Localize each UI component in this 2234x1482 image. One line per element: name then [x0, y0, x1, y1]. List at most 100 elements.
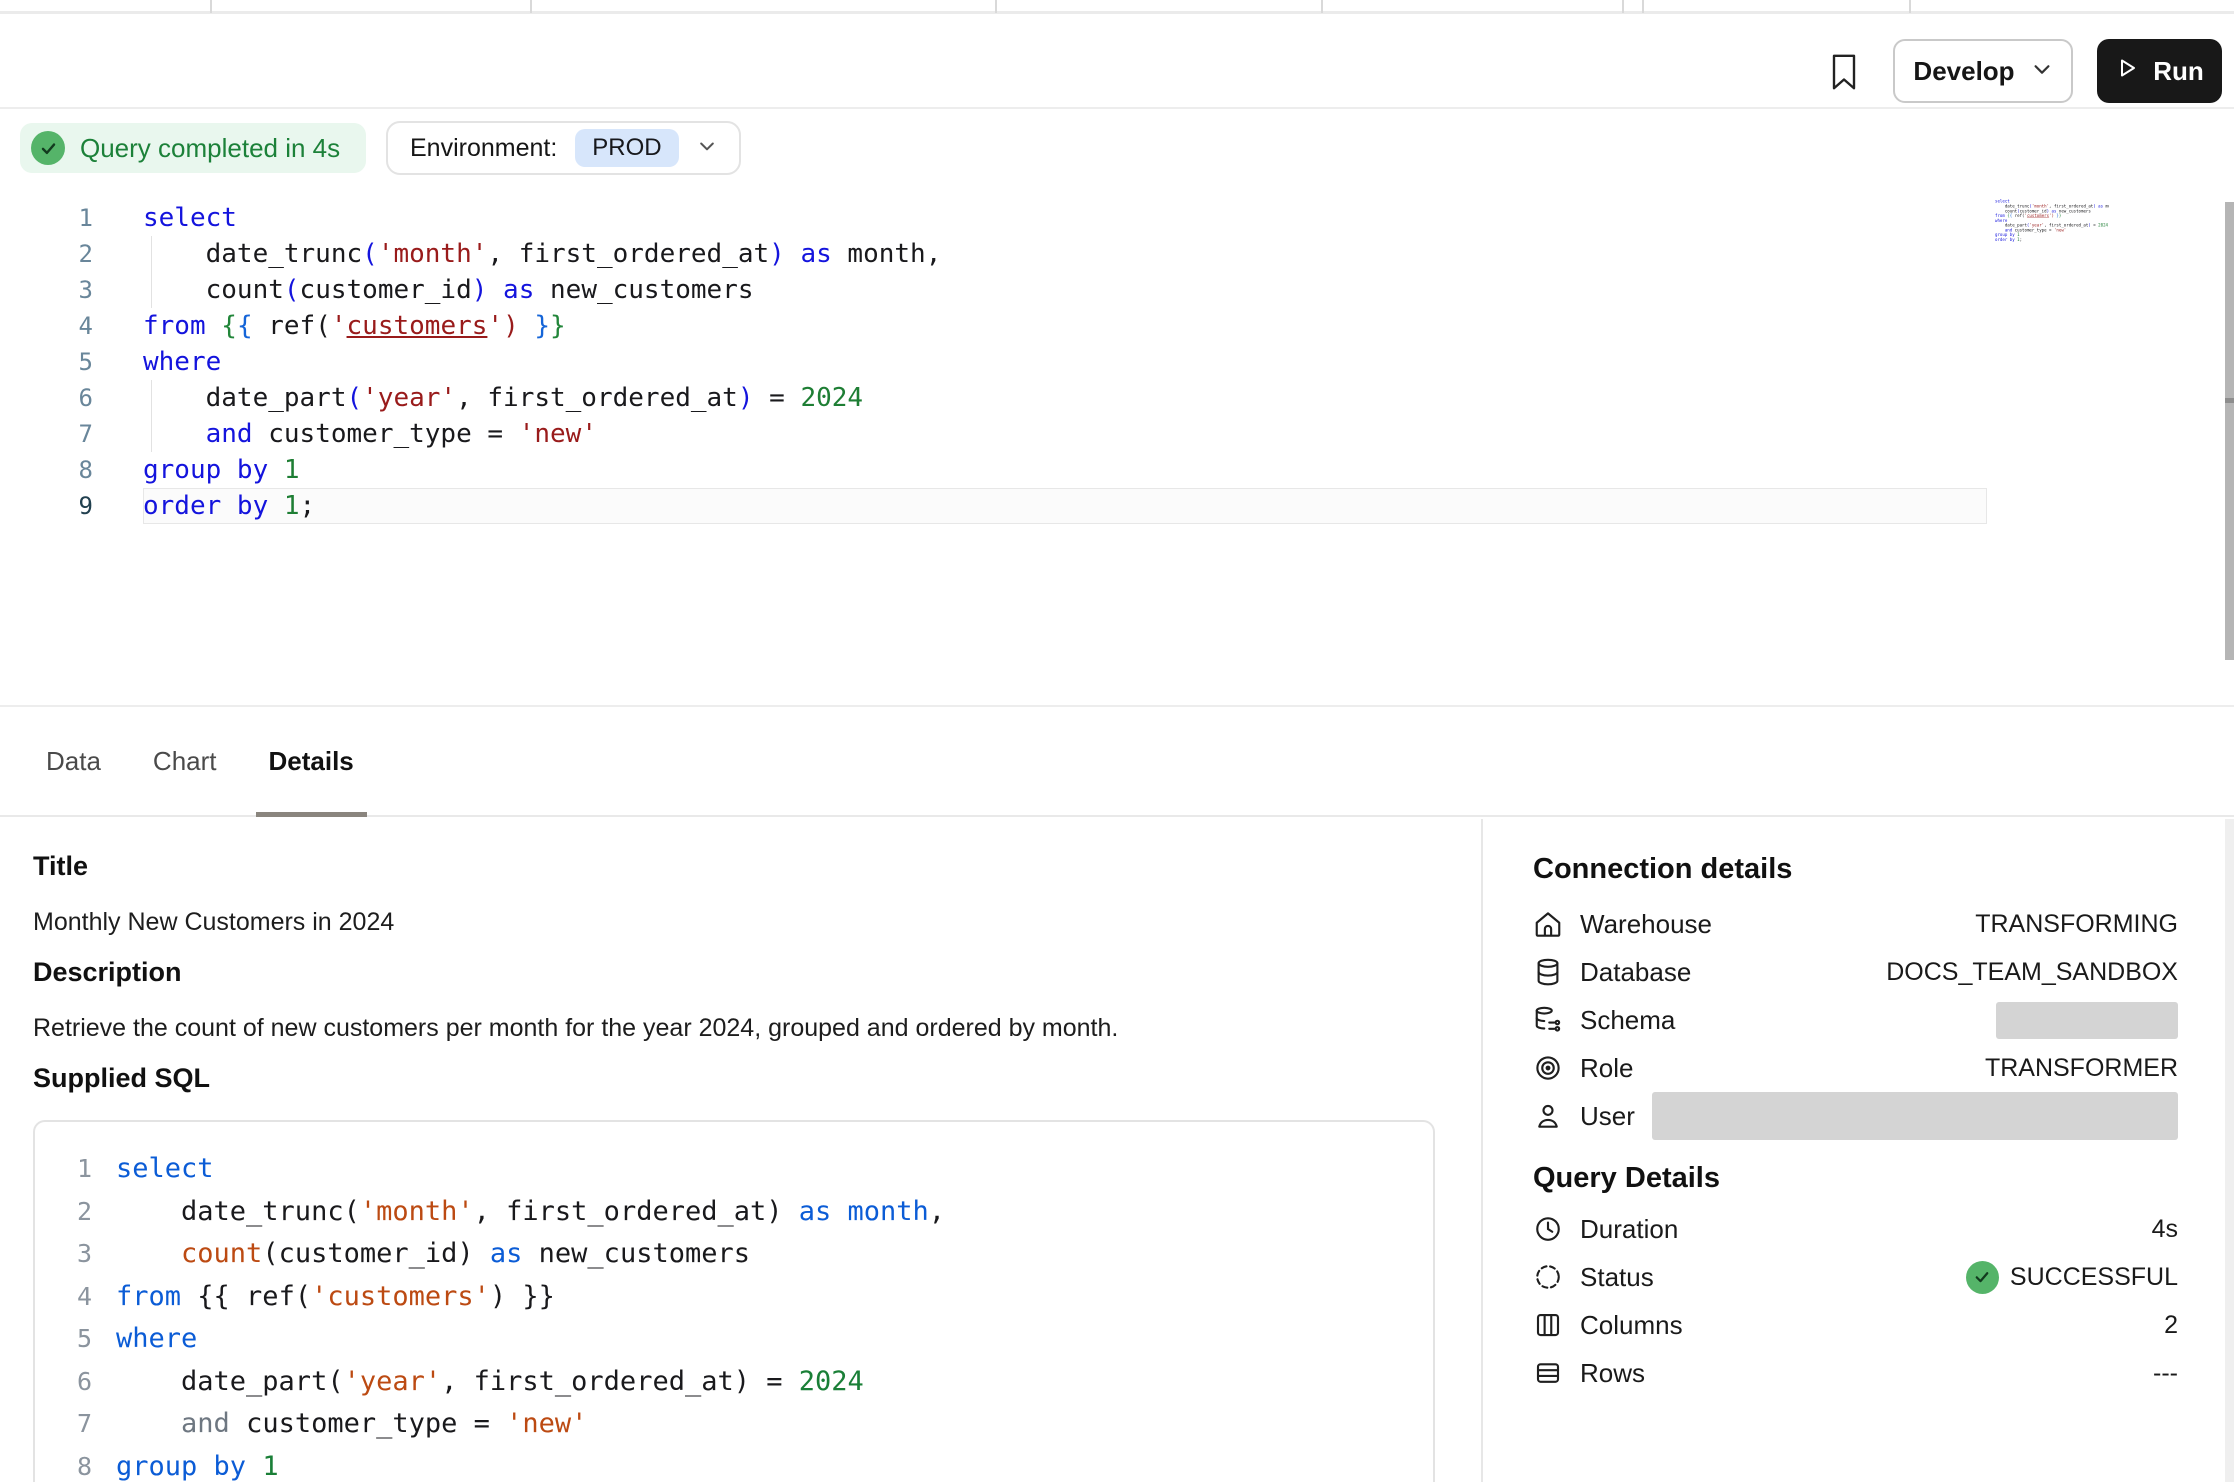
environment-dropdown[interactable]: Environment: PROD	[386, 121, 741, 175]
detail-row-warehouse: WarehouseTRANSFORMING	[1533, 900, 2178, 948]
row-value: SUCCESSFUL	[1966, 1261, 2178, 1294]
editor-line-9[interactable]: 9order by 1;	[0, 488, 2234, 524]
query-status-pill: Query completed in 4s	[20, 123, 366, 173]
chevron-down-icon	[2031, 56, 2053, 87]
row-label: Schema	[1580, 1005, 1675, 1036]
scrollbar-notch	[2225, 398, 2234, 403]
row-label: Columns	[1580, 1310, 1683, 1341]
line-number: 1	[0, 200, 143, 236]
detail-row-rows: Rows ---	[1533, 1349, 2178, 1397]
play-icon	[2115, 56, 2139, 87]
row-label: Duration	[1580, 1214, 1678, 1245]
editor-line-3[interactable]: 3 count(customer_id) as new_customers	[0, 272, 2234, 308]
tab-divider	[1321, 0, 1323, 13]
title-value: Monthly New Customers in 2024	[33, 908, 1435, 937]
detail-row-role: Role TRANSFORMER	[1533, 1044, 2178, 1092]
editor-line-1[interactable]: 1select	[0, 200, 2234, 236]
editor-line-6[interactable]: 6 date_part('year', first_ordered_at) = …	[0, 380, 2234, 416]
redacted-value	[1652, 1092, 2178, 1140]
connection-details-rows: WarehouseTRANSFORMINGDatabaseDOCS_TEAM_S…	[1533, 900, 2178, 1140]
connection-details-heading: Connection details	[1533, 853, 2178, 886]
line-number: 8	[0, 452, 143, 488]
supplied-sql-line-2: 2 date_trunc('month', first_ordered_at) …	[35, 1191, 1433, 1234]
row-value: DOCS_TEAM_SANDBOX	[1886, 958, 2178, 987]
line-code: and customer_type = 'new'	[143, 416, 2234, 452]
editor-line-7[interactable]: 7 and customer_type = 'new'	[0, 416, 2234, 452]
editor-minimap[interactable]: select date_trunc('month', first_ordered…	[1995, 199, 2109, 261]
row-label: Status	[1580, 1262, 1654, 1293]
line-number: 3	[0, 272, 143, 308]
row-value: ---	[2153, 1359, 2178, 1388]
detail-row-user: User	[1533, 1092, 2178, 1140]
row-label: Role	[1580, 1053, 1633, 1084]
run-button-label: Run	[2153, 56, 2204, 87]
detail-row-duration: Duration4s	[1533, 1205, 2178, 1253]
editor-line-8[interactable]: 8group by 1	[0, 452, 2234, 488]
line-number: 6	[0, 380, 143, 416]
status-icon	[1533, 1262, 1563, 1292]
tab-divider	[1642, 0, 1644, 13]
line-number: 8	[35, 1446, 116, 1482]
columns-icon	[1533, 1310, 1563, 1340]
line-code: date_trunc('month', first_ordered_at) as…	[143, 236, 2234, 272]
develop-button[interactable]: Develop	[1893, 39, 2073, 103]
line-code: and customer_type = 'new'	[116, 1403, 1433, 1446]
minimap-code: select date_trunc('month', first_ordered…	[1995, 199, 2109, 242]
result-tab-bar: Data Chart Details	[0, 705, 2234, 817]
check-circle-icon	[31, 131, 65, 165]
bookmark-button[interactable]	[1820, 47, 1868, 99]
title-heading: Title	[33, 851, 1435, 882]
tab-divider	[1622, 0, 1624, 13]
supplied-sql-line-8: 8group by 1	[35, 1446, 1433, 1482]
chevron-down-icon	[697, 136, 717, 161]
bookmark-icon	[1829, 52, 1859, 95]
line-number: 5	[35, 1318, 116, 1361]
row-value: TRANSFORMER	[1985, 1054, 2178, 1083]
detail-row-database: DatabaseDOCS_TEAM_SANDBOX	[1533, 948, 2178, 996]
line-number: 2	[35, 1191, 116, 1234]
supplied-sql-line-1: 1select	[35, 1148, 1433, 1191]
editor-line-4[interactable]: 4from {{ ref('customers') }}	[0, 308, 2234, 344]
schema-icon	[1533, 1005, 1563, 1035]
run-button[interactable]: Run	[2097, 39, 2222, 103]
panel-scrollbar[interactable]	[2225, 819, 2234, 1482]
line-code: where	[116, 1318, 1433, 1361]
tab-data[interactable]: Data	[33, 707, 114, 815]
editor-line-5[interactable]: 5where	[0, 344, 2234, 380]
role-icon	[1533, 1053, 1563, 1083]
duration-icon	[1533, 1214, 1563, 1244]
tab-chart[interactable]: Chart	[140, 707, 230, 815]
tab-details[interactable]: Details	[256, 707, 367, 815]
warehouse-icon	[1533, 909, 1563, 939]
success-check-icon	[1966, 1261, 1999, 1294]
sql-editor[interactable]: 1select2 date_trunc('month', first_order…	[0, 188, 2234, 705]
detail-row-schema: Schema	[1533, 996, 2178, 1044]
query-details-rows: Duration4s Status SUCCESSFUL Columns2 Rows --…	[1533, 1205, 2178, 1397]
details-left-column: Title Monthly New Customers in 2024 Desc…	[0, 819, 1481, 1482]
line-code: date_trunc('month', first_ordered_at) as…	[116, 1191, 1433, 1234]
line-number: 4	[0, 308, 143, 344]
description-heading: Description	[33, 957, 1435, 988]
line-code: count(customer_id) as new_customers	[116, 1233, 1433, 1276]
line-number: 3	[35, 1233, 116, 1276]
line-code: select	[116, 1148, 1433, 1191]
editor-line-2[interactable]: 2 date_trunc('month', first_ordered_at) …	[0, 236, 2234, 272]
supplied-sql-heading: Supplied SQL	[33, 1063, 1435, 1094]
line-number: 5	[0, 344, 143, 380]
editor-code-area[interactable]: 1select2 date_trunc('month', first_order…	[0, 200, 2234, 524]
detail-row-columns: Columns2	[1533, 1301, 2178, 1349]
supplied-sql-line-5: 5where	[35, 1318, 1433, 1361]
row-label: Rows	[1580, 1358, 1645, 1389]
supplied-sql-block: 1select2 date_trunc('month', first_order…	[33, 1120, 1435, 1482]
tab-divider	[995, 0, 997, 13]
editor-scrollbar[interactable]	[2225, 202, 2234, 660]
line-code: select	[143, 200, 2234, 236]
rows-icon	[1533, 1358, 1563, 1388]
tab-divider	[210, 0, 212, 13]
supplied-sql-line-3: 3 count(customer_id) as new_customers	[35, 1233, 1433, 1276]
line-number: 7	[35, 1403, 116, 1446]
line-code: group by 1	[143, 452, 2234, 488]
supplied-sql-line-4: 4from {{ ref('customers') }}	[35, 1276, 1433, 1319]
line-code: count(customer_id) as new_customers	[143, 272, 2234, 308]
detail-row-status: Status SUCCESSFUL	[1533, 1253, 2178, 1301]
